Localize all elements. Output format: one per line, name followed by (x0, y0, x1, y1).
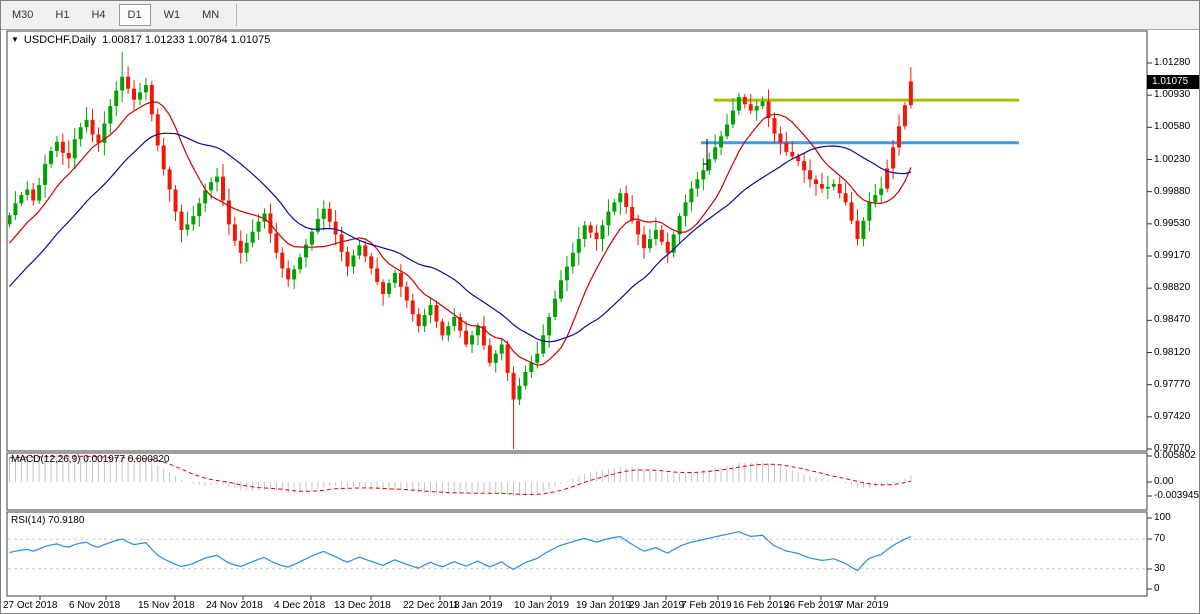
time-axis-label: 7 Mar 2019 (838, 600, 889, 611)
price-axis-tick: 0.97770 (1154, 379, 1190, 390)
time-axis-label: 29 Jan 2019 (629, 600, 684, 611)
price-axis-tick: 0.98470 (1154, 314, 1190, 325)
rsi-pane[interactable] (7, 512, 1147, 596)
current-price-tag: 1.01075 (1147, 75, 1200, 89)
timeframe-button-w1[interactable]: W1 (155, 4, 190, 26)
time-axis-label: 1 Jan 2019 (453, 600, 503, 611)
ohlc-quote-values: 1.00817 1.01233 1.00784 1.01075 (102, 34, 270, 46)
price-axis-tick: 0.99170 (1154, 250, 1190, 261)
price-axis-tick: 0.99530 (1154, 218, 1190, 229)
time-axis-label: 26 Feb 2019 (784, 600, 840, 611)
rsi-axis-tick: 0 (1154, 583, 1160, 594)
timeframe-toolbar: M30H1H4D1W1MN (1, 1, 1200, 30)
price-axis-tick: 1.00930 (1154, 89, 1190, 100)
rsi-axis-tick: 100 (1154, 512, 1171, 523)
price-axis-tick: 0.97420 (1154, 411, 1190, 422)
price-axis-tick: 1.01280 (1154, 57, 1190, 68)
macd-axis-tick: 0.005802 (1154, 450, 1196, 461)
symbol-label: USDCHF,Daily (24, 34, 96, 46)
timeframe-button-d1[interactable]: D1 (119, 4, 151, 26)
time-axis-label: 27 Oct 2018 (3, 600, 57, 611)
price-axis-tick: 0.98820 (1154, 282, 1190, 293)
price-axis-tick: 1.00580 (1154, 121, 1190, 132)
time-axis-label: 7 Feb 2019 (681, 600, 732, 611)
price-axis-tick: 0.98120 (1154, 347, 1190, 358)
time-axis-label: 22 Dec 2018 (403, 600, 460, 611)
time-axis-label: 19 Jan 2019 (576, 600, 631, 611)
chart-title: ▼ USDCHF,Daily 1.00817 1.01233 1.00784 1.… (11, 34, 270, 46)
rsi-axis-tick: 70 (1154, 533, 1165, 544)
macd-axis-tick: -0.003945 (1154, 490, 1199, 501)
dropdown-arrow-icon[interactable]: ▼ (11, 35, 19, 44)
rsi-indicator-label: RSI(14) 70.9180 (11, 515, 84, 526)
macd-axis-tick: 0.00 (1154, 476, 1173, 487)
price-axis-tick: 1.00230 (1154, 154, 1190, 165)
timeframe-button-h1[interactable]: H1 (46, 4, 78, 26)
time-axis-label: 10 Jan 2019 (514, 600, 569, 611)
toolbar-divider (236, 4, 237, 26)
time-axis-label: 24 Nov 2018 (206, 600, 263, 611)
timeframe-button-mn[interactable]: MN (193, 4, 228, 26)
time-axis-label: 4 Dec 2018 (274, 600, 325, 611)
rsi-axis-tick: 30 (1154, 563, 1165, 574)
time-axis-label: 6 Nov 2018 (69, 600, 120, 611)
macd-indicator-label: MACD(12,26,9) 0.001977 0.000820 (11, 454, 169, 465)
chart-canvas[interactable] (1, 1, 1200, 614)
price-axis-tick: 0.99880 (1154, 186, 1190, 197)
timeframe-button-m30[interactable]: M30 (3, 4, 42, 26)
time-axis-label: 15 Nov 2018 (138, 600, 195, 611)
time-axis-label: 16 Feb 2019 (733, 600, 789, 611)
macd-pane[interactable] (7, 453, 1147, 510)
timeframe-button-h4[interactable]: H4 (82, 4, 114, 26)
trading-platform-window: M30H1H4D1W1MN ▼ USDCHF,Daily 1.00817 1.01… (0, 0, 1200, 614)
time-axis-label: 13 Dec 2018 (334, 600, 391, 611)
